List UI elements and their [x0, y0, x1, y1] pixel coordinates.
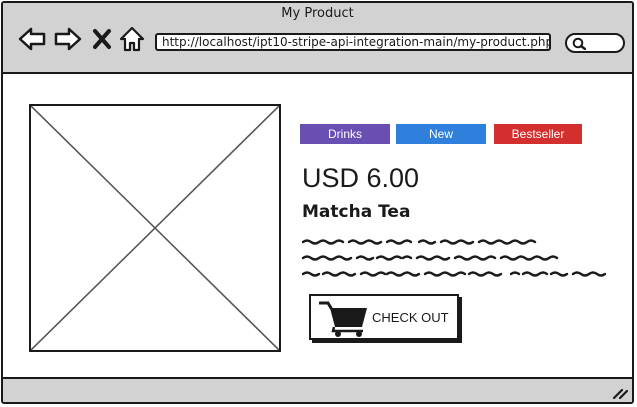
- image-placeholder-icon: [31, 106, 279, 350]
- home-button[interactable]: [119, 25, 145, 53]
- tag-drinks[interactable]: Drinks: [300, 124, 390, 144]
- shopping-cart-icon: [319, 301, 367, 337]
- right-arrow-icon: [54, 27, 82, 51]
- product-description-scribble: [301, 239, 606, 277]
- close-x-icon: [93, 29, 111, 49]
- product-name: Matcha Tea: [302, 202, 411, 222]
- resize-grip-icon[interactable]: [612, 385, 628, 399]
- checkout-button-label: CHECK OUT: [372, 310, 449, 325]
- browser-toolbar: My Product http://localhost/ipt10-stripe…: [3, 3, 632, 74]
- home-icon: [119, 26, 145, 52]
- browser-window: My Product http://localhost/ipt10-stripe…: [1, 1, 634, 404]
- search-icon: [572, 37, 586, 50]
- stop-button[interactable]: [91, 25, 113, 53]
- back-button[interactable]: [17, 25, 47, 53]
- checkout-button[interactable]: CHECK OUT: [309, 294, 459, 340]
- tag-bestseller[interactable]: Bestseller: [494, 124, 582, 144]
- forward-button[interactable]: [53, 25, 83, 53]
- status-bar: [3, 377, 632, 402]
- search-input[interactable]: [565, 33, 625, 53]
- product-price: USD 6.00: [302, 163, 420, 193]
- window-title: My Product: [281, 6, 354, 21]
- left-arrow-icon: [18, 27, 46, 51]
- tag-new[interactable]: New: [396, 124, 486, 144]
- address-bar[interactable]: http://localhost/ipt10-stripe-api-integr…: [155, 33, 551, 51]
- product-image: [29, 104, 281, 352]
